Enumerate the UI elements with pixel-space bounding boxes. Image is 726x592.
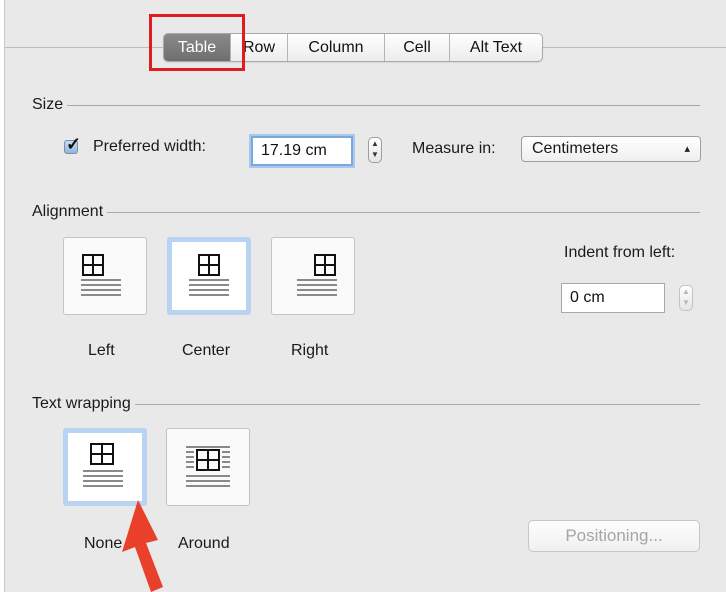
align-left-label: Left: [88, 342, 115, 359]
indent-stepper[interactable]: ▲ ▼: [679, 285, 693, 311]
alignment-section-header: Alignment: [32, 203, 700, 221]
align-right-option[interactable]: [271, 237, 355, 315]
measure-in-select[interactable]: Centimeters ▴: [521, 136, 701, 162]
align-center-option[interactable]: [167, 237, 251, 315]
align-center-label: Center: [182, 342, 231, 359]
size-section-title: Size: [32, 96, 64, 113]
align-right-label: Right: [291, 342, 329, 359]
indent-from-left-label: Indent from left:: [564, 244, 676, 261]
alignment-section-title: Alignment: [32, 203, 104, 220]
checkmark-icon: ✓: [66, 134, 82, 154]
wrap-none-option[interactable]: [63, 428, 147, 506]
text-wrapping-section-title: Text wrapping: [32, 395, 131, 412]
section-rule: [134, 403, 700, 405]
wrap-around-option[interactable]: [166, 428, 250, 506]
positioning-button[interactable]: Positioning...: [528, 520, 700, 552]
measure-in-value: Centimeters: [532, 140, 619, 157]
annotation-arrow-icon: [122, 500, 163, 592]
preferred-width-stepper[interactable]: ▲ ▼: [368, 137, 382, 163]
align-left-icon: [81, 254, 121, 296]
section-rule: [67, 104, 700, 106]
align-right-icon: [297, 254, 337, 296]
size-section-header: Size: [32, 96, 700, 114]
preferred-width-label: Preferred width:: [93, 138, 206, 155]
text-wrapping-section-header: Text wrapping: [32, 395, 700, 413]
align-center-icon: [189, 254, 229, 296]
align-left-option[interactable]: [63, 237, 147, 315]
measure-in-label: Measure in:: [412, 140, 496, 157]
wrap-none-icon: [83, 443, 123, 487]
preferred-width-checkbox[interactable]: ✓: [64, 134, 81, 154]
wrap-none-label: None: [84, 535, 123, 552]
section-rule: [107, 211, 700, 213]
tab-alt-text[interactable]: Alt Text: [449, 34, 542, 61]
select-arrows-icon: ▴: [684, 143, 690, 155]
tab-column[interactable]: Column: [287, 34, 384, 61]
preferred-width-input[interactable]: 17.19 cm: [251, 136, 353, 166]
tab-cell[interactable]: Cell: [384, 34, 449, 61]
wrap-around-icon: [186, 446, 230, 487]
wrap-around-label: Around: [178, 535, 230, 552]
indent-from-left-input[interactable]: 0 cm: [561, 283, 665, 313]
tab-highlight-box: [149, 14, 245, 71]
